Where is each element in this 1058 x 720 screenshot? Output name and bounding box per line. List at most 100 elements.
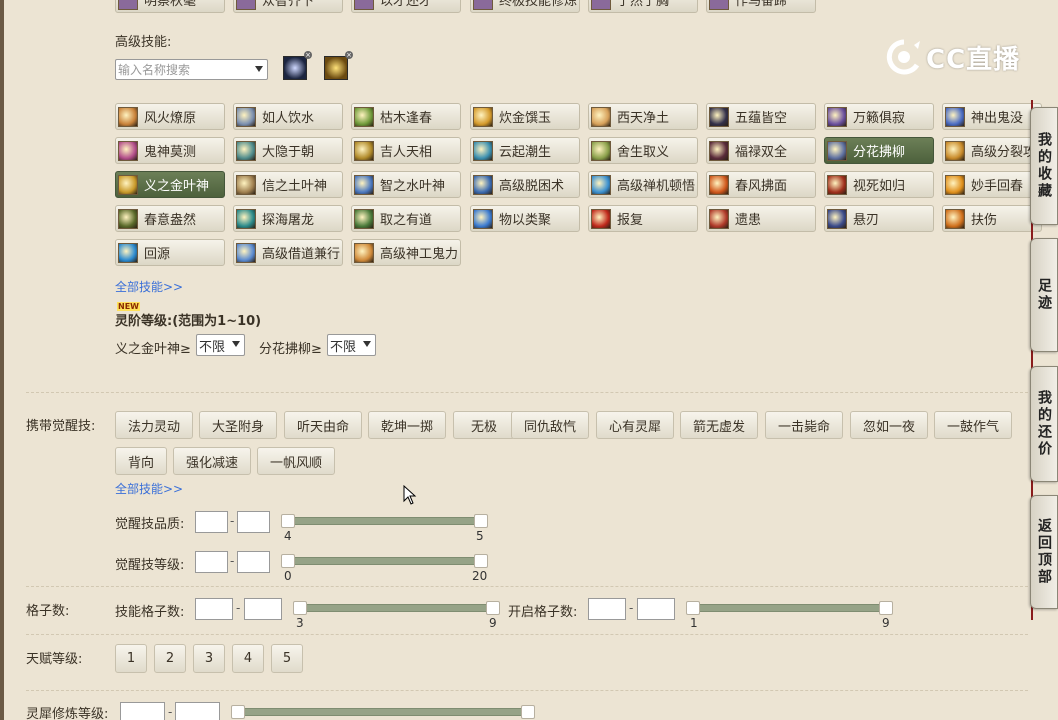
skill-search-input[interactable]: 输入名称搜索 <box>115 59 268 80</box>
advanced-skill-button[interactable]: 扶伤 <box>942 205 1042 232</box>
skill-icon <box>354 106 374 127</box>
awaken-all-skills-link[interactable]: 全部技能>> <box>115 480 183 497</box>
advanced-skill-button[interactable]: 万籁俱寂 <box>824 103 934 130</box>
skill-slots-slider-min-handle[interactable] <box>293 601 307 615</box>
awaken-skill-button[interactable]: 乾坤一掷 <box>368 411 446 439</box>
awaken-skill-button[interactable]: 法力灵动 <box>115 411 193 439</box>
awaken-skill-button[interactable]: 无极 <box>453 411 515 439</box>
cultivation-slider-min-handle[interactable] <box>231 705 245 719</box>
advanced-skill-button[interactable]: 枯木逢春 <box>351 103 461 130</box>
awaken-level-min-input[interactable] <box>195 551 228 573</box>
advanced-skill-button[interactable]: 五蕴皆空 <box>706 103 816 130</box>
advanced-skill-button[interactable]: 视死如归 <box>824 171 934 198</box>
awaken-skill-button[interactable]: 忽如一夜 <box>850 411 928 439</box>
awaken-level-slider-max-handle[interactable] <box>474 554 488 568</box>
advanced-skill-button[interactable]: 风火燎原 <box>115 103 225 130</box>
top-skill-button[interactable]: 明察秋毫 <box>115 0 225 13</box>
awaken-skill-button[interactable]: 背向 <box>115 447 167 475</box>
advanced-skill-button[interactable]: 遗患 <box>706 205 816 232</box>
advanced-skill-button[interactable]: 大隐于朝 <box>233 137 343 164</box>
skill-slots-max-tick: 9 <box>489 616 497 630</box>
advanced-skill-button[interactable]: 高级借道兼行 <box>233 239 343 266</box>
awaken-skill-button[interactable]: 同仇敌忾 <box>511 411 589 439</box>
advanced-skill-button[interactable]: 高级神工鬼力 <box>351 239 461 266</box>
spirit-select-1[interactable]: 不限 <box>327 334 376 356</box>
advanced-skill-button[interactable]: 信之土叶神 <box>233 171 343 198</box>
chevron-down-icon <box>232 341 240 347</box>
advanced-skill-button[interactable]: 春风拂面 <box>706 171 816 198</box>
open-slots-max-input[interactable] <box>637 598 675 620</box>
advanced-skill-button[interactable]: 高级脱困术 <box>470 171 580 198</box>
advanced-all-skills-link[interactable]: 全部技能>> <box>115 278 183 295</box>
top-skill-button[interactable]: 终极技能修炼 <box>470 0 580 13</box>
talent-level-button[interactable]: 5 <box>271 644 303 673</box>
awaken-skill-button[interactable]: 箭无虚发 <box>680 411 758 439</box>
awaken-skill-button[interactable]: 强化减速 <box>173 447 251 475</box>
skill-label: 悬刃 <box>853 213 880 228</box>
advanced-skill-button[interactable]: 云起潮生 <box>470 137 580 164</box>
advanced-skill-button[interactable]: 如人饮水 <box>233 103 343 130</box>
top-skill-button[interactable]: 众智齐下 <box>233 0 343 13</box>
advanced-skill-button[interactable]: 西天净土 <box>588 103 698 130</box>
open-slots-slider-min-handle[interactable] <box>686 601 700 615</box>
sidebar-back-to-top[interactable]: 返回顶部 <box>1030 495 1058 609</box>
advanced-skill-button[interactable]: 神出鬼没 <box>942 103 1042 130</box>
advanced-skill-button[interactable]: 妙手回春 <box>942 171 1042 198</box>
awaken-skill-button[interactable]: 大圣附身 <box>199 411 277 439</box>
open-slots-min-input[interactable] <box>588 598 626 620</box>
skill-slots-min-input[interactable] <box>195 598 233 620</box>
skill-slots-max-input[interactable] <box>244 598 282 620</box>
awaken-skill-button[interactable]: 一击毙命 <box>765 411 843 439</box>
awaken-skill-button[interactable]: 听天由命 <box>284 411 362 439</box>
advanced-skill-button[interactable]: 鬼神莫测 <box>115 137 225 164</box>
cultivation-min-input[interactable] <box>120 702 165 720</box>
awaken-quality-slider-max-handle[interactable] <box>474 514 488 528</box>
talent-level-button[interactable]: 4 <box>232 644 264 673</box>
advanced-skill-button[interactable]: 取之有道 <box>351 205 461 232</box>
awaken-skill-button[interactable]: 一鼓作气 <box>934 411 1012 439</box>
skill-icon <box>118 140 138 161</box>
top-skill-button[interactable]: 以才还才 <box>351 0 461 13</box>
awaken-quality-min-input[interactable] <box>195 511 228 533</box>
talent-level-button[interactable]: 2 <box>154 644 186 673</box>
cultivation-max-input[interactable] <box>175 702 220 720</box>
advanced-skill-button[interactable]: 悬刃 <box>824 205 934 232</box>
advanced-skill-button[interactable]: 义之金叶神 <box>115 171 225 198</box>
awaken-quality-max-input[interactable] <box>237 511 270 533</box>
top-skill-button[interactable]: 作马奋蹄 <box>706 0 816 13</box>
advanced-skill-button[interactable]: 探海屠龙 <box>233 205 343 232</box>
advanced-skill-button[interactable]: 回源 <box>115 239 225 266</box>
awaken-level-slider-min-handle[interactable] <box>281 554 295 568</box>
advanced-skill-button[interactable]: 高级分裂攻 <box>942 137 1042 164</box>
advanced-skill-button[interactable]: 物以类聚 <box>470 205 580 232</box>
sidebar-my-offers-label: 我的还价 <box>1036 390 1052 458</box>
advanced-skill-button[interactable]: 舍生取义 <box>588 137 698 164</box>
selected-skill-chip-fenhua[interactable]: × <box>283 51 312 80</box>
advanced-skill-button[interactable]: 报复 <box>588 205 698 232</box>
talent-level-button[interactable]: 3 <box>193 644 225 673</box>
sidebar-favorites[interactable]: 我的收藏 <box>1030 107 1058 225</box>
talent-level-button[interactable]: 1 <box>115 644 147 673</box>
advanced-skill-button[interactable]: 智之水叶神 <box>351 171 461 198</box>
advanced-skill-button[interactable]: 分花拂柳 <box>824 137 934 164</box>
top-skill-button[interactable]: 了然于胸 <box>588 0 698 13</box>
advanced-skill-button[interactable]: 春意盎然 <box>115 205 225 232</box>
skill-icon <box>354 140 374 161</box>
skill-slots-slider-max-handle[interactable] <box>486 601 500 615</box>
awaken-skill-button[interactable]: 一帆风顺 <box>257 447 335 475</box>
advanced-skill-button[interactable]: 炊金馔玉 <box>470 103 580 130</box>
awaken-quality-slider-min-handle[interactable] <box>281 514 295 528</box>
sidebar-history[interactable]: 足迹 <box>1030 238 1058 352</box>
spirit-select-0[interactable]: 不限 <box>196 334 245 356</box>
open-slots-slider-max-handle[interactable] <box>879 601 893 615</box>
advanced-skill-button[interactable]: 吉人天相 <box>351 137 461 164</box>
remove-chip-icon[interactable]: × <box>304 51 312 59</box>
sidebar-my-offers[interactable]: 我的还价 <box>1030 366 1058 482</box>
remove-chip-icon[interactable]: × <box>345 51 353 59</box>
awaken-skill-button[interactable]: 心有灵犀 <box>596 411 674 439</box>
cultivation-slider-max-handle[interactable] <box>521 705 535 719</box>
selected-skill-chip-jinyeshen[interactable]: × <box>324 51 353 80</box>
advanced-skill-button[interactable]: 高级禅机顿悟 <box>588 171 698 198</box>
advanced-skill-button[interactable]: 福禄双全 <box>706 137 816 164</box>
awaken-level-max-input[interactable] <box>237 551 270 573</box>
